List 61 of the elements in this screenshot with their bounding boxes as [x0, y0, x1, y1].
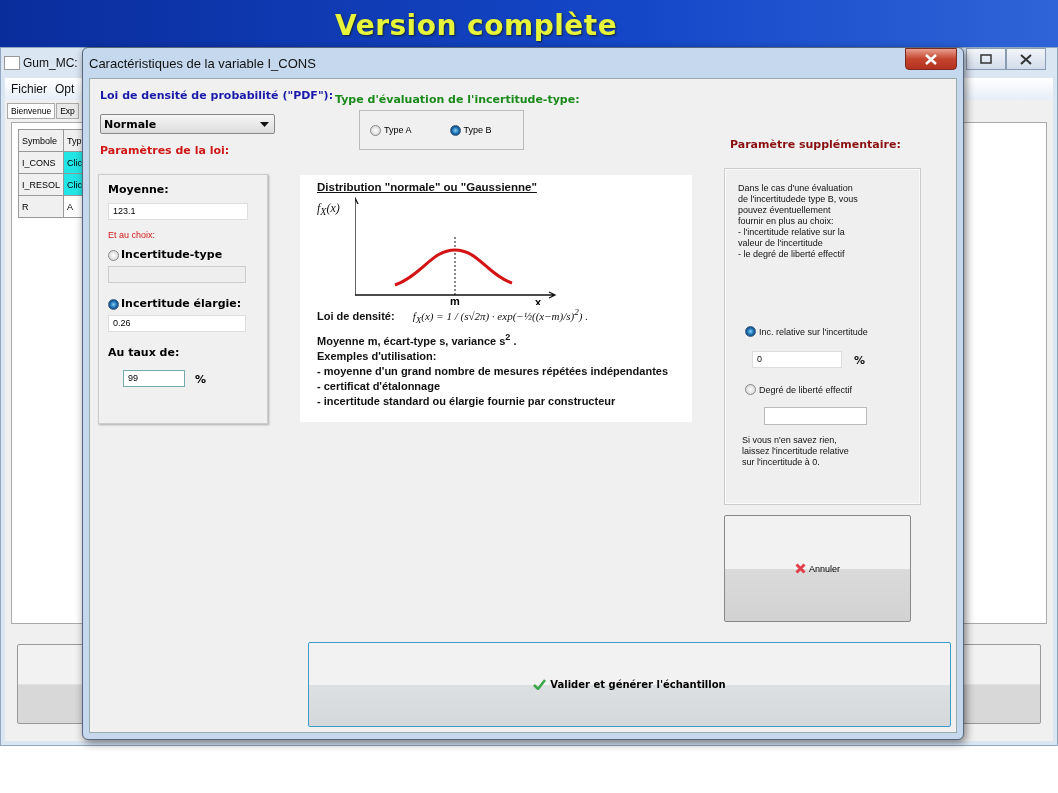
- radio-label: Type A: [384, 125, 412, 135]
- maximize-button[interactable]: [966, 48, 1006, 70]
- examples-label: Exemples d'utilisation:: [317, 348, 438, 364]
- menu-item[interactable]: Fichier: [11, 82, 47, 96]
- column-header: Symbole: [18, 129, 64, 152]
- radio-button[interactable]: [108, 298, 119, 310]
- menu-item[interactable]: Opt: [55, 82, 75, 96]
- validate-button[interactable]: Valider et générer l'échantillon: [308, 641, 951, 727]
- uncertainty-field[interactable]: 0.26: [108, 315, 246, 332]
- axis-label: m: [450, 295, 460, 305]
- evaluation-type-label: Type d'évaluation de l'incertitude-type:: [335, 93, 580, 106]
- percent-label: %: [195, 373, 207, 387]
- tab[interactable]: Exp: [56, 103, 79, 119]
- table-cell: I_RESOL: [18, 173, 64, 196]
- checkmark-icon: [533, 678, 547, 690]
- percent-label: %: [854, 354, 866, 368]
- dialog-title: Caractéristiques de la variable I_CONS: [89, 55, 316, 71]
- note-text: Si vous n'en savez rien, laissez l'incertitude relative sur l'incertitude à 0.: [742, 435, 850, 468]
- example-item: - moyenne d'un grand nombre de mesures répétées indépendantes: [317, 363, 670, 379]
- app-icon: [4, 56, 20, 70]
- density-formula: f$_{X}$(x) = 1 / (s√2π) · exp(−½((x−m)/s)$^{2}$) .: [412, 307, 588, 325]
- mean-field[interactable]: 123.1: [108, 203, 248, 220]
- radio-label: Type B: [463, 125, 492, 135]
- info-title: Distribution "normale" ou "Gaussienne": [317, 180, 538, 195]
- choice-label: Et au choix:: [108, 230, 157, 240]
- tab[interactable]: Bienvenue: [7, 103, 56, 119]
- close-button[interactable]: [905, 48, 957, 70]
- radio-label: Incertitude-type: [121, 248, 223, 262]
- example-item: - incertitude standard ou élargie fournie par constructeur: [317, 393, 617, 409]
- radio-label: Incertitude élargie:: [121, 297, 242, 311]
- table-cell: R: [18, 195, 64, 218]
- radio-button[interactable]: [449, 124, 461, 136]
- radio-label: Degré de liberté effectif: [759, 384, 852, 395]
- moments-text: Moyenne m, écart-type s, variance s$^{2}$ .: [317, 330, 518, 349]
- table-cell: I_CONS: [18, 151, 64, 174]
- extra-param-label: Paramètre supplémentaire:: [730, 138, 901, 151]
- cancel-button[interactable]: Annuler: [724, 515, 911, 622]
- degrees-field[interactable]: [764, 407, 867, 425]
- rate-label: Au taux de:: [108, 346, 181, 360]
- mean-label: Moyenne:: [108, 183, 170, 197]
- radio-button[interactable]: [745, 384, 756, 395]
- relative-uncertainty-field[interactable]: 0: [752, 351, 842, 368]
- close-button[interactable]: [1006, 48, 1046, 70]
- radio-button[interactable]: [745, 326, 756, 337]
- maximize-icon: [980, 54, 992, 64]
- params-label: Paramètres de la loi:: [100, 144, 230, 158]
- close-icon: [1020, 53, 1032, 65]
- pdf-dropdown[interactable]: Normale: [100, 114, 275, 134]
- extra-description: Dans le cas d'une évaluation de l'incertitudede type B, vous pouvez éventuellement fournir en plus au choix: - l'incertitude relative sur la valeur de l'incertitude - le degré de liberté effectif: [738, 183, 859, 260]
- axis-label: f$_{X}$(x): [317, 200, 341, 220]
- density-label: Loi de densité:: [317, 309, 395, 322]
- radio-label: Inc. relative sur l'incertitude: [759, 326, 868, 337]
- slide-title: Version complète: [335, 9, 618, 42]
- radio-button[interactable]: [370, 124, 381, 136]
- cross-icon: [795, 563, 806, 574]
- example-item: - certificat d'étalonnage: [317, 378, 442, 394]
- caret-icon: [260, 121, 269, 127]
- rate-field[interactable]: 99: [123, 370, 185, 387]
- window-title: Gum_MC:: [23, 56, 78, 70]
- close-icon: [924, 53, 938, 65]
- pdf-label: Loi de densité de probabilité ("PDF"):: [100, 89, 334, 103]
